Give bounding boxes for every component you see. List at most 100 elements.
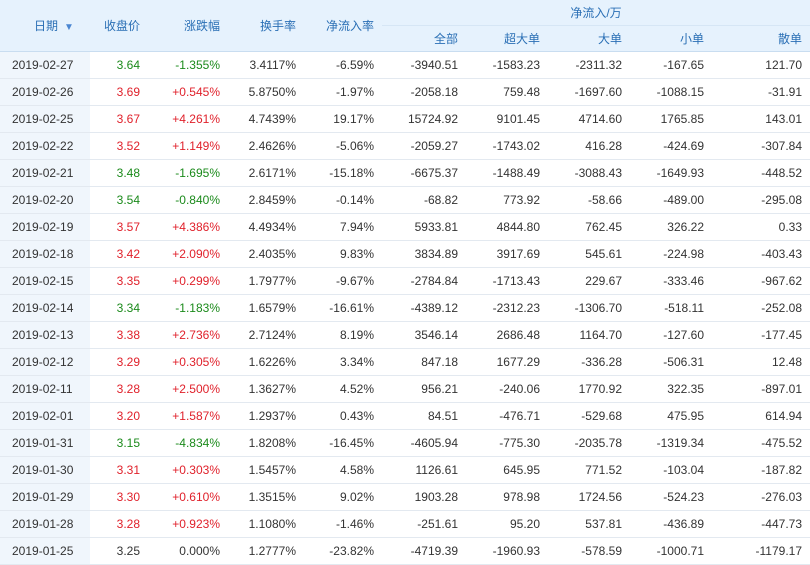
- arrow-down-icon[interactable]: ▼: [64, 22, 74, 33]
- header-small[interactable]: 小单: [630, 25, 712, 52]
- cell-net-rate: 9.83%: [304, 240, 382, 268]
- cell-super-large: 759.48: [466, 78, 548, 106]
- cell-date: 2019-01-28: [0, 510, 90, 538]
- cell-super-large: -1488.49: [466, 159, 548, 187]
- cell-small: -506.31: [630, 348, 712, 376]
- cell-change: +2.090%: [148, 240, 228, 268]
- table-row: 2019-01-29 3.30 +0.610% 1.3515% 9.02% 1903.28…: [0, 483, 810, 511]
- cell-retail: 12.48: [712, 348, 810, 376]
- cell-super-large: 3917.69: [466, 240, 548, 268]
- cell-all: 3546.14: [382, 321, 466, 349]
- cell-net-rate: 4.58%: [304, 456, 382, 484]
- cell-date: 2019-02-21: [0, 159, 90, 187]
- table-row: 2019-01-31 3.15 -4.834% 1.8208% -16.45% -4605…: [0, 429, 810, 457]
- cell-super-large: 645.95: [466, 456, 548, 484]
- cell-all: -68.82: [382, 186, 466, 214]
- cell-large: 1164.70: [548, 321, 630, 349]
- cell-retail: -448.52: [712, 159, 810, 187]
- cell-net-rate: 8.19%: [304, 321, 382, 349]
- cell-all: 5933.81: [382, 213, 466, 241]
- cell-date: 2019-02-20: [0, 186, 90, 214]
- cell-turnover: 4.7439%: [228, 105, 304, 133]
- table-row: 2019-02-18 3.42 +2.090% 2.4035% 9.83% 3834.89…: [0, 240, 810, 268]
- cell-close: 3.31: [90, 456, 148, 484]
- cell-date: 2019-02-12: [0, 348, 90, 376]
- table-row: 2019-02-01 3.20 +1.587% 1.2937% 0.43% 84.51 -4…: [0, 402, 810, 430]
- cell-super-large: -1743.02: [466, 132, 548, 160]
- cell-close: 3.69: [90, 78, 148, 106]
- header-large[interactable]: 大单: [548, 25, 630, 52]
- cell-large: 537.81: [548, 510, 630, 538]
- cell-all: -4719.39: [382, 537, 466, 565]
- table-row: 2019-02-14 3.34 -1.183% 1.6579% -16.61% -4389…: [0, 294, 810, 322]
- cell-date: 2019-01-29: [0, 483, 90, 511]
- cell-close: 3.25: [90, 537, 148, 565]
- header-date[interactable]: 日期 ▼: [0, 0, 90, 52]
- cell-date: 2019-02-25: [0, 105, 90, 133]
- cell-small: -1088.15: [630, 78, 712, 106]
- cell-large: 229.67: [548, 267, 630, 295]
- cell-small: -224.98: [630, 240, 712, 268]
- header-all[interactable]: 全部: [382, 25, 466, 52]
- header-close[interactable]: 收盘价: [90, 0, 148, 52]
- cell-retail: -1179.17: [712, 537, 810, 565]
- cell-all: 15724.92: [382, 105, 466, 133]
- cell-change: +2.736%: [148, 321, 228, 349]
- cell-turnover: 1.3515%: [228, 483, 304, 511]
- cell-date: 2019-02-15: [0, 267, 90, 295]
- header-net-rate[interactable]: 净流入率: [304, 0, 382, 52]
- cell-change: +4.261%: [148, 105, 228, 133]
- cell-large: 416.28: [548, 132, 630, 160]
- cell-large: -3088.43: [548, 159, 630, 187]
- cell-super-large: 773.92: [466, 186, 548, 214]
- cell-turnover: 1.7977%: [228, 267, 304, 295]
- fund-flow-table: 日期 ▼ 收盘价 涨跌幅 换手率 净流入率 净流入/万 全部 超大单 大单 小单 …: [0, 0, 810, 565]
- cell-small: -1000.71: [630, 537, 712, 565]
- cell-large: 4714.60: [548, 105, 630, 133]
- cell-retail: -967.62: [712, 267, 810, 295]
- cell-turnover: 2.8459%: [228, 186, 304, 214]
- cell-turnover: 1.3627%: [228, 375, 304, 403]
- cell-small: 326.22: [630, 213, 712, 241]
- cell-small: 475.95: [630, 402, 712, 430]
- cell-date: 2019-02-22: [0, 132, 90, 160]
- header-super-large[interactable]: 超大单: [466, 25, 548, 52]
- cell-turnover: 2.6171%: [228, 159, 304, 187]
- cell-close: 3.38: [90, 321, 148, 349]
- cell-change: +1.149%: [148, 132, 228, 160]
- cell-net-rate: -9.67%: [304, 267, 382, 295]
- cell-super-large: -2312.23: [466, 294, 548, 322]
- cell-large: -2311.32: [548, 51, 630, 79]
- cell-close: 3.67: [90, 105, 148, 133]
- cell-all: -2059.27: [382, 132, 466, 160]
- cell-close: 3.52: [90, 132, 148, 160]
- cell-close: 3.54: [90, 186, 148, 214]
- cell-net-rate: -6.59%: [304, 51, 382, 79]
- cell-super-large: -1713.43: [466, 267, 548, 295]
- header-change[interactable]: 涨跌幅: [148, 0, 228, 52]
- cell-all: 1903.28: [382, 483, 466, 511]
- cell-net-rate: -23.82%: [304, 537, 382, 565]
- cell-close: 3.30: [90, 483, 148, 511]
- table-row: 2019-02-12 3.29 +0.305% 1.6226% 3.34% 847.18 1…: [0, 348, 810, 376]
- cell-change: -1.183%: [148, 294, 228, 322]
- cell-change: -4.834%: [148, 429, 228, 457]
- header-turnover[interactable]: 换手率: [228, 0, 304, 52]
- cell-close: 3.48: [90, 159, 148, 187]
- cell-change: +0.610%: [148, 483, 228, 511]
- cell-all: 1126.61: [382, 456, 466, 484]
- table-row: 2019-02-25 3.67 +4.261% 4.7439% 19.17% 15724.…: [0, 105, 810, 133]
- cell-net-rate: -16.61%: [304, 294, 382, 322]
- cell-change: +4.386%: [148, 213, 228, 241]
- cell-all: -251.61: [382, 510, 466, 538]
- cell-change: +2.500%: [148, 375, 228, 403]
- cell-retail: 143.01: [712, 105, 810, 133]
- cell-close: 3.34: [90, 294, 148, 322]
- header-retail[interactable]: 散单: [712, 25, 810, 52]
- cell-all: 84.51: [382, 402, 466, 430]
- cell-net-rate: 3.34%: [304, 348, 382, 376]
- cell-retail: -252.08: [712, 294, 810, 322]
- cell-turnover: 1.1080%: [228, 510, 304, 538]
- cell-super-large: 9101.45: [466, 105, 548, 133]
- cell-change: -1.355%: [148, 51, 228, 79]
